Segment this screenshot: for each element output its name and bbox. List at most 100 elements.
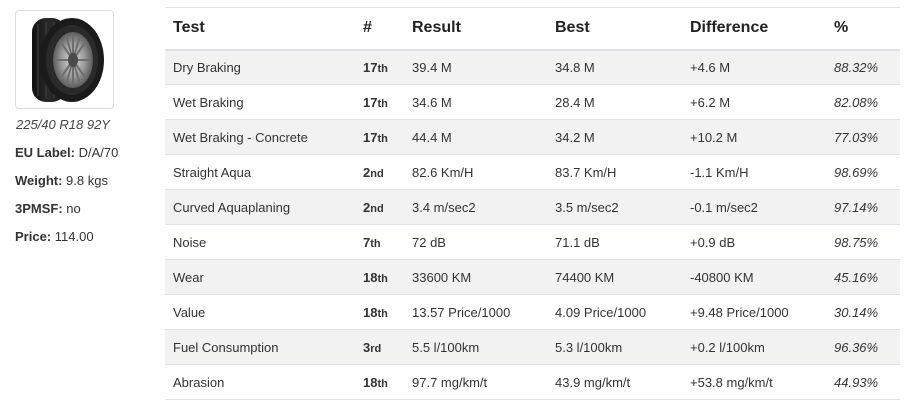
table-row: Noise 7th 72 dB 71.1 dB +0.9 dB 98.75%	[165, 224, 900, 260]
weight-label: Weight:	[15, 173, 63, 188]
result-value: 13.57 Price/1000	[404, 294, 547, 330]
rank-cell: 17th	[355, 84, 404, 120]
result-value: 82.6 Km/H	[404, 154, 547, 190]
test-name: Wet Braking - Concrete	[165, 119, 355, 155]
table-row: Wear 18th 33600 KM 74400 KM -40800 KM 45…	[165, 259, 900, 295]
rank-suffix: th	[377, 97, 388, 110]
table-row: Wet Braking 17th 34.6 M 28.4 M +6.2 M 82…	[165, 84, 900, 120]
result-value: 44.4 M	[404, 119, 547, 155]
tyre-info-panel: 225/40 R18 92Y EU Label: D/A/70 Weight: …	[0, 0, 150, 405]
tyre-image[interactable]	[15, 10, 114, 109]
best-value: 5.3 l/100km	[547, 329, 682, 365]
3pmsf-spec: 3PMSF: no	[15, 201, 81, 216]
column-header-test: Test	[165, 7, 355, 51]
difference-value: -1.1 Km/H	[682, 154, 826, 190]
percent-value: 96.36%	[826, 329, 900, 365]
rank-number: 17	[363, 129, 378, 145]
weight-spec: Weight: 9.8 kgs	[15, 173, 108, 188]
rank-suffix: th	[377, 62, 388, 75]
rank-number: 18	[363, 269, 378, 285]
result-value: 33600 KM	[404, 259, 547, 295]
rank-number: 17	[363, 59, 378, 75]
price-value: 114.00	[54, 229, 94, 244]
test-name: Noise	[165, 224, 355, 260]
best-value: 4.09 Price/1000	[547, 294, 682, 330]
percent-value: 88.32%	[826, 49, 900, 85]
rank-cell: 18th	[355, 364, 404, 400]
rank-number: 17	[363, 94, 378, 110]
3pmsf-label: 3PMSF:	[15, 201, 63, 216]
difference-value: +0.2 l/100km	[682, 329, 826, 365]
rank-cell: 3rd	[355, 329, 404, 365]
result-value: 3.4 m/sec2	[404, 189, 547, 225]
difference-value: +9.48 Price/1000	[682, 294, 826, 330]
rank-number: 18	[363, 304, 378, 320]
table-row: Straight Aqua 2nd 82.6 Km/H 83.7 Km/H -1…	[165, 154, 900, 190]
percent-value: 98.69%	[826, 154, 900, 190]
rank-cell: 17th	[355, 49, 404, 85]
test-name: Curved Aquaplaning	[165, 189, 355, 225]
rank-suffix: nd	[370, 202, 384, 215]
percent-value: 44.93%	[826, 364, 900, 400]
best-value: 3.5 m/sec2	[547, 189, 682, 225]
rank-suffix: rd	[370, 342, 382, 355]
table-header-row: Test # Result Best Difference %	[165, 7, 900, 51]
result-value: 72 dB	[404, 224, 547, 260]
difference-value: +53.8 mg/km/t	[682, 364, 826, 400]
column-header-rank: #	[355, 7, 404, 51]
rank-cell: 2nd	[355, 154, 404, 190]
column-header-best: Best	[547, 7, 682, 51]
best-value: 83.7 Km/H	[547, 154, 682, 190]
table-row: Abrasion 18th 97.7 mg/km/t 43.9 mg/km/t …	[165, 364, 900, 400]
percent-value: 30.14%	[826, 294, 900, 330]
test-name: Fuel Consumption	[165, 329, 355, 365]
difference-value: +0.9 dB	[682, 224, 826, 260]
rank-cell: 18th	[355, 259, 404, 295]
test-results-table: Test # Result Best Difference % Dry Brak…	[165, 7, 900, 400]
price-label: Price:	[15, 229, 52, 244]
table-row: Dry Braking 17th 39.4 M 34.8 M +4.6 M 88…	[165, 49, 900, 85]
test-name: Wet Braking	[165, 84, 355, 120]
difference-value: +10.2 M	[682, 119, 826, 155]
result-value: 5.5 l/100km	[404, 329, 547, 365]
rank-number: 18	[363, 374, 378, 390]
best-value: 28.4 M	[547, 84, 682, 120]
difference-value: -0.1 m/sec2	[682, 189, 826, 225]
eu-label-value: D/A/70	[78, 145, 119, 160]
difference-value: +4.6 M	[682, 49, 826, 85]
rank-cell: 18th	[355, 294, 404, 330]
percent-value: 45.16%	[826, 259, 900, 295]
column-header-result: Result	[404, 7, 547, 51]
table-row: Value 18th 13.57 Price/1000 4.09 Price/1…	[165, 294, 900, 330]
difference-value: -40800 KM	[682, 259, 826, 295]
best-value: 43.9 mg/km/t	[547, 364, 682, 400]
rank-suffix: th	[377, 272, 388, 285]
tyre-photo-icon	[31, 17, 104, 102]
rank-cell: 7th	[355, 224, 404, 260]
rank-cell: 2nd	[355, 189, 404, 225]
table-row: Curved Aquaplaning 2nd 3.4 m/sec2 3.5 m/…	[165, 189, 900, 225]
percent-value: 98.75%	[826, 224, 900, 260]
test-name: Straight Aqua	[165, 154, 355, 190]
percent-value: 82.08%	[826, 84, 900, 120]
test-name: Wear	[165, 259, 355, 295]
3pmsf-value: no	[66, 201, 81, 216]
best-value: 34.8 M	[547, 49, 682, 85]
table-row: Fuel Consumption 3rd 5.5 l/100km 5.3 l/1…	[165, 329, 900, 365]
rank-suffix: th	[377, 307, 388, 320]
weight-value: 9.8 kgs	[66, 173, 108, 188]
test-name: Abrasion	[165, 364, 355, 400]
rank-suffix: th	[377, 132, 388, 145]
column-header-percent: %	[826, 7, 900, 51]
rank-suffix: th	[377, 377, 388, 390]
best-value: 71.1 dB	[547, 224, 682, 260]
result-value: 97.7 mg/km/t	[404, 364, 547, 400]
result-value: 34.6 M	[404, 84, 547, 120]
percent-value: 77.03%	[826, 119, 900, 155]
test-name: Value	[165, 294, 355, 330]
price-spec: Price: 114.00	[15, 229, 94, 244]
rank-suffix: nd	[370, 167, 384, 180]
percent-value: 97.14%	[826, 189, 900, 225]
rank-cell: 17th	[355, 119, 404, 155]
eu-label-spec: EU Label: D/A/70	[15, 145, 118, 160]
